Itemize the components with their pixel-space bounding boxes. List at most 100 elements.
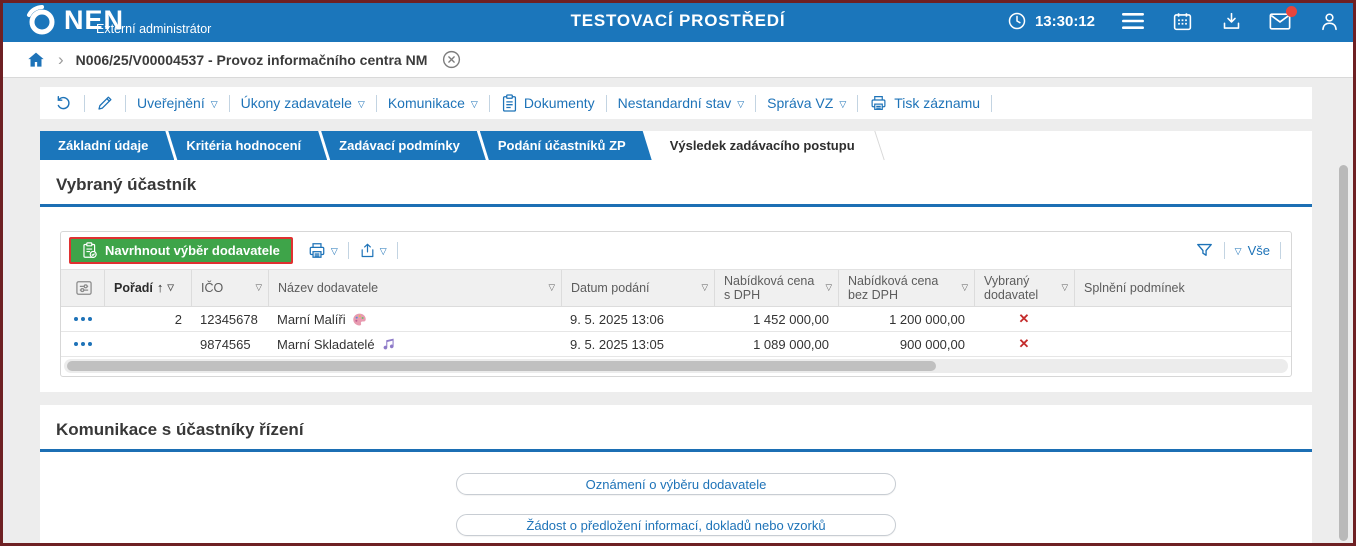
cell-submitted: 9. 5. 2025 13:05 — [570, 336, 664, 352]
toolbar-separator — [857, 94, 859, 112]
grid-export-button[interactable]: ▽ — [359, 241, 387, 260]
vertical-scrollbar-thumb[interactable] — [1339, 165, 1348, 541]
messages-button[interactable] — [1269, 6, 1297, 32]
cell-ico: 12345678 — [200, 311, 258, 327]
menu-nonstandard-state[interactable]: Nestandardní stav ▽ — [618, 95, 745, 111]
tab-tender-conditions[interactable]: Zadávací podmínky — [321, 131, 486, 160]
column-header-selected[interactable]: Vybraný dodavatel ▽ — [974, 270, 1074, 306]
toolbar-separator — [991, 94, 993, 112]
cell-submitted: 9. 5. 2025 13:06 — [570, 311, 664, 327]
cell-supplier: Marní Malíři — [268, 312, 561, 327]
grid-filter-group: ▽ Vše — [1195, 241, 1281, 260]
session-time: 13:30:12 — [1007, 11, 1095, 31]
grid-print-button[interactable]: ▽ — [307, 241, 338, 260]
tab-procedure-result-label: Výsledek zadávacího postupu — [669, 138, 855, 153]
music-notes-icon — [383, 338, 394, 350]
close-record-icon[interactable] — [441, 49, 462, 70]
toolbar-separator — [488, 94, 490, 112]
column-submitted-label: Datum podání — [571, 280, 650, 295]
print-record-button[interactable]: Tisk záznamu — [869, 94, 980, 112]
tab-participant-submissions[interactable]: Podání účastníků ZP — [480, 131, 652, 160]
record-tabs: Základní údaje Kritéria hodnocení Zadáva… — [40, 131, 1312, 160]
palette-icon — [352, 313, 366, 325]
row-menu-button[interactable] — [73, 342, 92, 346]
dropdown-icon: ▽ — [1234, 246, 1242, 256]
communication-buttons: Oznámení o výběru dodavatele Žádost o př… — [40, 473, 1312, 536]
toolbar-separator — [228, 94, 230, 112]
dropdown-icon[interactable]: ▽ — [548, 282, 555, 293]
horizontal-scrollbar-thumb[interactable] — [67, 361, 937, 371]
column-conditions-label: Splnění podmínek — [1084, 280, 1185, 295]
tab-evaluation-criteria[interactable]: Kritéria hodnocení — [168, 131, 327, 160]
column-header-price-novat[interactable]: Nabídková cena bez DPH ▽ — [838, 270, 974, 306]
menu-publish[interactable]: Uveřejnění ▽ — [137, 95, 218, 111]
table-row[interactable]: 9874565 Marní Skladatelé 9. 5. 2025 13:0… — [61, 332, 1291, 357]
dropdown-icon: ▽ — [330, 246, 338, 256]
propose-supplier-button[interactable]: Navrhnout výběr dodavatele — [69, 237, 293, 264]
refresh-icon — [57, 95, 70, 109]
filter-icon[interactable] — [1195, 241, 1214, 260]
request-documents-button[interactable]: Žádost o předložení informací, dokladů n… — [456, 514, 896, 536]
downloads-button[interactable] — [1220, 10, 1242, 32]
printer-icon — [871, 96, 886, 110]
record-toolbar: Uveřejnění ▽ Úkony zadavatele ▽ Komunika… — [40, 87, 1312, 119]
time-value: 13:30:12 — [1034, 12, 1095, 30]
tab-procedure-result[interactable]: Výsledek zadávacího postupu — [645, 131, 879, 160]
menu-documents[interactable]: Dokumenty — [501, 93, 595, 113]
menu-publish-label: Uveřejnění — [137, 95, 205, 111]
section-rule — [40, 204, 1312, 207]
cell-price-vat: 1 452 000,00 — [753, 311, 829, 327]
table-row[interactable]: 2 12345678 Marní Malíři 9. 5. 2025 13:06… — [61, 307, 1291, 332]
profile-button[interactable] — [1318, 10, 1340, 32]
section-heading: Komunikace s účastníky řízení — [56, 420, 304, 439]
filter-view-select[interactable]: ▽ Vše — [1235, 243, 1270, 258]
printer-icon — [309, 243, 325, 258]
dropdown-icon: ▽ — [357, 98, 365, 109]
breadcrumb-record[interactable]: N006/25/V00004537 - Provoz informačního … — [76, 52, 428, 68]
tab-participant-submissions-label: Podání účastníků ZP — [497, 138, 626, 153]
home-icon[interactable] — [26, 50, 46, 70]
dropdown-icon: ▽ — [470, 98, 478, 109]
not-selected-icon: ✕ — [1018, 336, 1030, 351]
cell-supplier: Marní Skladatelé — [268, 337, 561, 352]
toolbar-separator — [125, 94, 126, 112]
menu-button[interactable] — [1122, 10, 1144, 32]
dropdown-icon[interactable]: ▽ — [825, 282, 832, 293]
row-menu-button[interactable] — [73, 317, 92, 321]
toolbar-separator — [1280, 242, 1281, 259]
column-chooser-button[interactable] — [61, 270, 104, 306]
column-header-submitted[interactable]: Datum podání ▽ — [561, 270, 714, 306]
dropdown-icon[interactable]: ▽ — [255, 282, 262, 293]
column-header-ico[interactable]: IČO ▽ — [191, 270, 268, 306]
section-heading: Vybraný účastník — [56, 175, 197, 194]
menu-communication[interactable]: Komunikace ▽ — [388, 95, 478, 111]
dropdown-icon[interactable]: ▽ — [701, 282, 708, 293]
calendar-button[interactable] — [1171, 10, 1193, 32]
pencil-icon — [98, 96, 112, 110]
column-header-order[interactable]: Pořadí ↑ ▽ — [104, 270, 191, 306]
supplier-selection-notice-button[interactable]: Oznámení o výběru dodavatele — [456, 473, 896, 495]
column-header-price-vat[interactable]: Nabídková cena s DPH ▽ — [714, 270, 838, 306]
dropdown-icon[interactable]: ▽ — [961, 282, 968, 293]
dropdown-icon: ▽ — [839, 98, 847, 109]
clock-icon — [1008, 12, 1026, 30]
participants-table: Pořadí ↑ ▽ IČO ▽ Název dodavatele ▽ Datu… — [61, 269, 1291, 373]
tab-basic-info[interactable]: Základní údaje — [40, 131, 174, 160]
filter-view-value: Vše — [1247, 243, 1270, 258]
dropdown-icon[interactable]: ▽ — [1061, 282, 1068, 293]
dropdown-icon[interactable]: ▽ — [167, 282, 174, 293]
breadcrumb-chevron: › — [58, 49, 64, 69]
tab-basic-info-label: Základní údaje — [58, 138, 149, 153]
edit-button[interactable] — [96, 94, 114, 112]
column-header-conditions[interactable]: Splnění podmínek — [1074, 270, 1291, 306]
horizontal-scrollbar[interactable] — [64, 359, 1288, 373]
refresh-button[interactable] — [54, 94, 73, 113]
header-actions: 13:30:12 — [1007, 0, 1340, 42]
column-order-label: Pořadí — [114, 280, 153, 295]
column-header-supplier[interactable]: Název dodavatele ▽ — [268, 270, 561, 306]
menu-contracting-actions[interactable]: Úkony zadavatele ▽ — [241, 95, 365, 111]
menu-contract-admin[interactable]: Správa VZ ▽ — [767, 95, 846, 111]
menu-contracting-actions-label: Úkony zadavatele — [240, 95, 352, 111]
menu-contract-admin-label: Správa VZ — [767, 95, 834, 111]
download-icon — [1223, 12, 1239, 29]
